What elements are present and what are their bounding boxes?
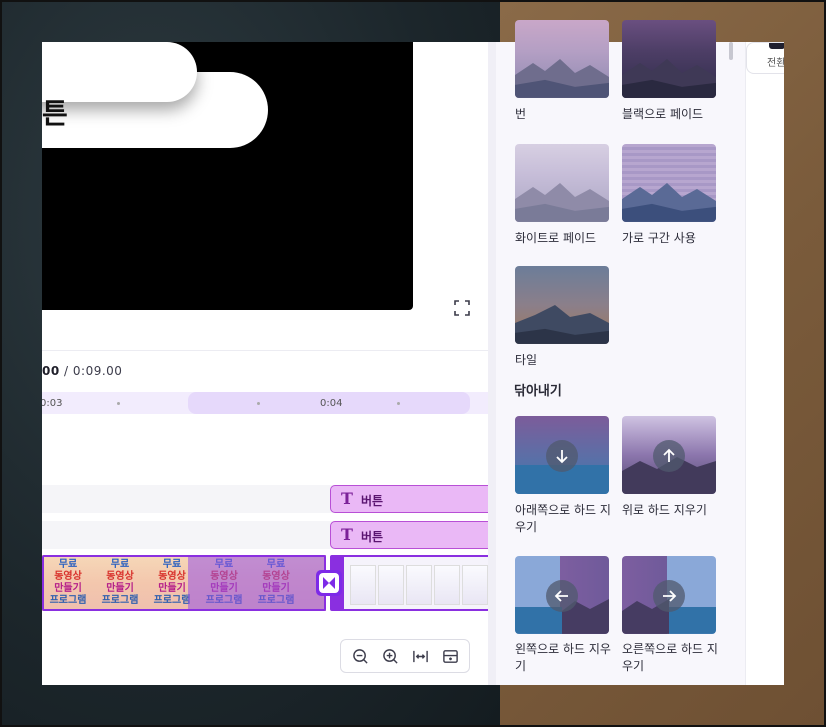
zoom-out-icon [352,648,368,664]
editor-area: 튼 00 / 0:09.00 0:03 0:04 T 버튼 T 버튼 무료 동영… [42,42,488,685]
transition-rail-icon [769,43,784,49]
arrow-down-icon [556,450,568,464]
transition-thumb-wipe-right[interactable] [622,556,716,634]
wipe-direction-control [653,580,685,612]
text-type-icon: T [341,489,353,508]
fit-screen-icon [442,649,458,663]
mountain-image [515,305,609,344]
timecode: 00 / 0:09.00 [42,364,122,378]
mountain-image [515,59,609,98]
arrow-right-icon [663,590,677,602]
text-clip-label: 버튼 [361,494,384,508]
fullscreen-button[interactable] [454,300,474,320]
transition-label: 왼쪽으로 하드 지우기 [515,642,611,673]
rail-item-transition[interactable]: 전환 [746,42,784,74]
transition-label: 가로 구간 사용 [622,231,696,245]
preview-text: 튼 [42,97,68,130]
fit-screen-button[interactable] [438,644,462,668]
ruler-dot [257,402,260,405]
mountain-image [622,183,716,222]
transition-thumb-horizontal-bands[interactable] [622,144,716,222]
scrollbar-thumb[interactable] [729,42,733,60]
clip-thumbnail [434,565,460,605]
clip-thumbnail [378,565,404,605]
zoom-in-button[interactable] [378,644,402,668]
section-title-wipe: 닦아내기 [514,384,562,399]
transition-thumb-wipe-down[interactable] [515,416,609,494]
zoom-controls [340,639,470,673]
transition-thumb-fade-black[interactable] [622,20,716,98]
arrow-up-icon [663,448,675,462]
transition-label: 번 [515,107,527,121]
text-clip[interactable]: T 버튼 [330,521,488,549]
fit-width-icon [412,650,428,662]
mountain-image [515,183,609,222]
transition-label: 오른쪽으로 하드 지우기 [622,642,718,673]
wipe-direction-control [653,440,685,472]
clip-thumbnail [350,565,376,605]
transition-icon [323,577,335,589]
mountain-image [622,59,716,98]
fit-width-button[interactable] [408,644,432,668]
wipe-direction-control [546,580,578,612]
panel-gutter [488,42,496,685]
video-clip[interactable] [42,555,326,611]
ruler-dot [397,402,400,405]
text-type-icon: T [341,525,353,544]
zoom-out-button[interactable] [348,644,372,668]
clip-thumbnail [462,565,488,605]
transition-thumb-tile[interactable] [515,266,609,344]
ruler-dot [117,402,120,405]
total-time: / 0:09.00 [64,364,123,378]
video-preview[interactable]: 튼 [42,42,413,310]
wipe-direction-control [546,440,578,472]
text-clip-label: 버튼 [361,530,384,544]
current-time: 00 [42,364,60,378]
transition-label: 타일 [515,353,538,367]
video-track: 무료 동영상 만들기 프로그램 무료 동영상 만들기 프로그램 무료 동영상 만… [42,555,488,611]
clip-thumbnail [406,565,432,605]
transition-thumb-burn[interactable] [515,20,609,98]
text-clip[interactable]: T 버튼 [330,485,488,513]
ruler-label: 0:04 [320,398,343,409]
fullscreen-icon [454,300,470,316]
transition-label: 위로 하드 지우기 [622,503,707,517]
transition-thumb-wipe-left[interactable] [515,556,609,634]
divider [42,350,488,351]
zoom-in-icon [382,648,398,664]
transition-label: 블랙으로 페이드 [622,107,704,121]
rail-label: 전환 [767,58,784,69]
transition-button[interactable] [316,570,342,596]
transition-thumb-fade-white[interactable] [515,144,609,222]
side-rail: 전환 [745,42,784,685]
transition-label: 아래쪽으로 하드 지우기 [515,503,611,534]
ruler-label: 0:03 [42,398,63,409]
transition-thumb-wipe-up[interactable] [622,416,716,494]
transition-icon-bg [319,573,339,593]
transition-label: 화이트로 페이드 [515,231,597,245]
arrow-left-icon [554,590,568,602]
video-clip-2[interactable] [330,555,488,611]
